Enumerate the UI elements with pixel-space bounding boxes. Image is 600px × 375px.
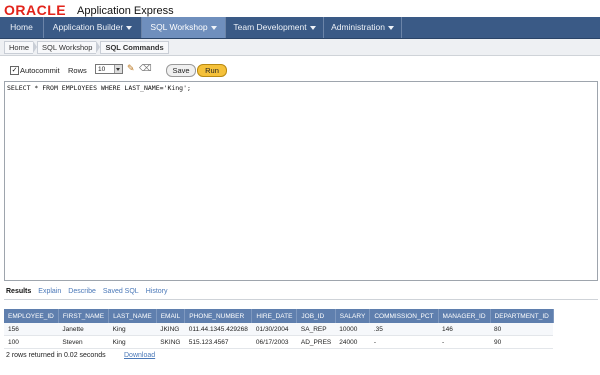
- table-cell: .35: [369, 323, 439, 336]
- table-cell: 100: [4, 335, 59, 349]
- chevron-down-icon: [126, 25, 133, 30]
- autocommit-label: Autocommit: [20, 66, 60, 75]
- breadcrumb: Home SQL Workshop SQL Commands: [4, 40, 169, 54]
- table-cell: 515.123.4567: [184, 335, 252, 349]
- sql-editor-text: SELECT * FROM EMPLOYEES WHERE LAST_NAME=…: [7, 84, 191, 92]
- breadcrumb-bar: Home SQL Workshop SQL Commands: [0, 39, 600, 56]
- table-cell: SA_REP: [296, 323, 336, 336]
- rows-select[interactable]: 10: [95, 64, 123, 74]
- eraser-icon[interactable]: ⌫: [139, 63, 152, 73]
- column-header: HIRE_DATE: [251, 309, 298, 323]
- table-cell: 011.44.1345.429268: [184, 323, 252, 336]
- tab-home[interactable]: Home: [0, 17, 44, 38]
- column-header: DEPARTMENT_ID: [490, 309, 554, 323]
- table-cell: Janette: [58, 323, 109, 336]
- rows-returned-status: 2 rows returned in 0.02 seconds: [6, 352, 106, 359]
- tab-team-development-label: Team Development: [233, 22, 307, 32]
- table-cell: 06/17/2003: [251, 335, 297, 349]
- tab-sql-workshop-label: SQL Workshop: [150, 22, 208, 32]
- table-cell: King: [108, 335, 157, 349]
- table-cell: 146: [438, 323, 491, 336]
- tab-application-builder-label: Application Builder: [52, 22, 124, 32]
- app-header: ORACLE Application Express: [0, 0, 600, 17]
- table-cell: 01/30/2004: [251, 323, 297, 336]
- chevron-down-icon: [210, 25, 217, 30]
- tab-results[interactable]: Results: [6, 288, 31, 298]
- sql-editor[interactable]: SELECT * FROM EMPLOYEES WHERE LAST_NAME=…: [4, 81, 598, 281]
- tab-explain[interactable]: Explain: [38, 288, 61, 298]
- column-header: SALARY: [335, 309, 371, 323]
- column-header: COMMISSION_PCT: [369, 309, 439, 323]
- table-cell: King: [108, 323, 157, 336]
- column-header: JOB_ID: [296, 309, 336, 323]
- table-cell: JKING: [156, 323, 185, 336]
- tab-home-label: Home: [10, 22, 33, 32]
- app-title: Application Express: [77, 5, 174, 17]
- table-cell: -: [438, 335, 491, 349]
- tab-history[interactable]: History: [146, 288, 168, 298]
- table-cell: 80: [490, 323, 554, 336]
- column-header: FIRST_NAME: [58, 309, 110, 323]
- save-button[interactable]: Save: [166, 64, 196, 77]
- tab-administration[interactable]: Administration: [324, 17, 402, 38]
- download-link[interactable]: Download: [124, 352, 155, 359]
- chevron-down-icon: [387, 25, 394, 30]
- tab-describe[interactable]: Describe: [68, 288, 96, 298]
- chevron-down-icon: [114, 65, 122, 73]
- table-row: 100 Steven King SKING 515.123.4567 06/17…: [4, 335, 554, 349]
- breadcrumb-sql-commands: SQL Commands: [100, 40, 169, 54]
- tab-saved-sql[interactable]: Saved SQL: [103, 288, 139, 298]
- breadcrumb-home[interactable]: Home: [4, 40, 34, 54]
- column-header: LAST_NAME: [108, 309, 157, 323]
- table-cell: 10000: [335, 323, 370, 336]
- table-cell: Steven: [58, 335, 109, 349]
- column-header: EMAIL: [156, 309, 186, 323]
- tab-sql-workshop[interactable]: SQL Workshop: [142, 17, 226, 38]
- tab-administration-label: Administration: [331, 22, 385, 32]
- sql-toolbar: ✓ Autocommit Rows 10 ✎ ⌫ Save Run: [0, 60, 600, 82]
- column-header: PHONE_NUMBER: [184, 309, 253, 323]
- column-header: MANAGER_ID: [438, 309, 491, 323]
- rows-select-value: 10: [98, 66, 106, 73]
- tab-application-builder[interactable]: Application Builder: [44, 17, 142, 38]
- table-cell: AD_PRES: [296, 335, 336, 349]
- result-tabs: Results Explain Describe Saved SQL Histo…: [6, 288, 174, 298]
- run-button[interactable]: Run: [197, 64, 227, 77]
- rows-label: Rows: [68, 66, 87, 75]
- tab-team-development[interactable]: Team Development: [226, 17, 324, 38]
- table-cell: -: [369, 335, 439, 349]
- results-table: EMPLOYEE_ID FIRST_NAME LAST_NAME EMAIL P…: [4, 309, 554, 349]
- oracle-logo[interactable]: ORACLE: [4, 3, 66, 17]
- result-tabs-divider: [4, 299, 598, 300]
- table-header-row: EMPLOYEE_ID FIRST_NAME LAST_NAME EMAIL P…: [4, 309, 554, 323]
- table-cell: 156: [4, 323, 59, 336]
- table-row: 156 Janette King JKING 011.44.1345.42926…: [4, 323, 554, 336]
- main-nav: Home Application Builder SQL Workshop Te…: [0, 17, 600, 39]
- table-cell: 24000: [335, 335, 370, 349]
- table-cell: 90: [490, 335, 554, 349]
- breadcrumb-sql-workshop[interactable]: SQL Workshop: [37, 40, 97, 54]
- chevron-down-icon: [309, 25, 316, 30]
- table-cell: SKING: [156, 335, 185, 349]
- column-header: EMPLOYEE_ID: [4, 309, 59, 323]
- autocommit-checkbox[interactable]: ✓: [10, 66, 19, 75]
- pencil-icon[interactable]: ✎: [127, 63, 135, 73]
